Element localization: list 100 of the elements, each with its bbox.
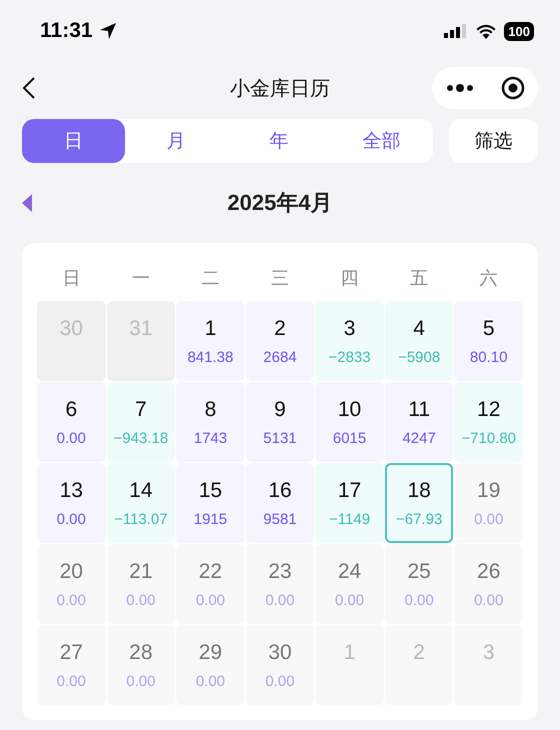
day-cell[interactable]: 18 −67.93: [384, 463, 454, 543]
day-amount: 0.00: [56, 673, 86, 690]
period-tab[interactable]: 月: [124, 119, 228, 163]
day-number: 8: [204, 398, 216, 422]
day-amount: 6015: [332, 430, 366, 447]
day-cell[interactable]: 22 0.00: [176, 544, 245, 624]
page-title: 小金库日历: [230, 76, 330, 102]
day-cell[interactable]: 27 0.00: [37, 625, 106, 705]
day-number: 20: [60, 560, 83, 584]
day-cell[interactable]: 14 −113.07: [106, 463, 176, 543]
day-cell[interactable]: 4 −5908: [384, 301, 454, 381]
day-amount: 1915: [194, 511, 228, 528]
day-amount: −1149: [329, 511, 370, 528]
period-tab[interactable]: 日: [22, 119, 125, 163]
day-amount: 0.00: [126, 673, 156, 690]
day-amount: 5131: [263, 430, 297, 447]
weekday-label: 四: [339, 267, 360, 290]
day-amount: 0.00: [56, 511, 86, 528]
period-tab[interactable]: 年: [228, 119, 330, 163]
day-amount: 841.38: [187, 349, 234, 366]
day-cell[interactable]: 13 0.00: [37, 463, 106, 543]
day-number: 5: [482, 317, 495, 341]
day-cell[interactable]: 5 80.10: [454, 301, 523, 381]
weekday-label: 六: [478, 267, 498, 290]
more-icon[interactable]: [446, 83, 474, 93]
day-number: 12: [477, 398, 500, 422]
day-number: 6: [65, 398, 78, 422]
day-cell[interactable]: 19 0.00: [454, 463, 523, 543]
day-number: 30: [268, 641, 292, 665]
day-number: 23: [268, 560, 292, 584]
day-number: 3: [344, 317, 356, 341]
day-cell[interactable]: 21 0.00: [106, 544, 176, 624]
day-number: 1: [204, 317, 216, 341]
close-icon[interactable]: [500, 76, 524, 100]
weekday-label: 五: [408, 267, 429, 290]
day-cell[interactable]: 6 0.00: [37, 382, 106, 462]
day-number: 28: [129, 641, 153, 665]
day-cell[interactable]: 7 −943.18: [106, 382, 176, 462]
day-cell[interactable]: 25 0.00: [384, 544, 454, 624]
day-number: 2: [413, 641, 425, 665]
status-time: 11:31: [40, 19, 93, 43]
day-cell[interactable]: 2 2684: [246, 301, 314, 381]
month-title: 2025年4月: [227, 189, 333, 217]
day-number: 2: [274, 317, 286, 341]
day-cell[interactable]: 3 −2833: [315, 301, 384, 381]
day-number: 10: [338, 398, 362, 422]
day-number: 29: [198, 641, 222, 665]
day-number: 15: [198, 479, 222, 503]
day-cell[interactable]: 26 0.00: [454, 544, 523, 624]
day-number: 3: [482, 641, 495, 665]
day-cell[interactable]: 8 1743: [176, 382, 245, 462]
day-amount: 0.00: [126, 592, 156, 609]
day-number: 27: [60, 641, 83, 665]
day-number: 26: [477, 560, 500, 584]
day-cell[interactable]: 9 5131: [246, 382, 314, 462]
day-cell[interactable]: 23 0.00: [246, 544, 314, 624]
day-cell[interactable]: 12 −710.80: [454, 382, 523, 462]
day-amount: 0.00: [196, 673, 226, 690]
day-amount: 4247: [402, 430, 436, 447]
day-cell[interactable]: 30 0.00: [246, 625, 314, 705]
day-cell[interactable]: 16 9581: [246, 463, 314, 543]
day-cell[interactable]: 1 841.38: [176, 301, 245, 381]
day-cell[interactable]: 11 4247: [384, 382, 454, 462]
signal-icon: [444, 23, 468, 39]
day-number: 13: [60, 479, 83, 503]
day-amount: 0.00: [265, 673, 295, 690]
day-amount: −67.93: [396, 511, 442, 528]
day-number: 21: [129, 560, 153, 584]
back-icon[interactable]: [22, 76, 36, 100]
day-cell[interactable]: 24 0.00: [315, 544, 384, 624]
day-cell[interactable]: 17 −1149: [315, 463, 384, 543]
day-cell[interactable]: 20 0.00: [37, 544, 106, 624]
day-cell[interactable]: 29 0.00: [176, 625, 245, 705]
day-amount: −710.80: [461, 430, 516, 447]
day-number: 19: [477, 479, 500, 503]
day-number: 14: [129, 479, 153, 503]
day-number: 4: [413, 317, 425, 341]
period-tab[interactable]: 全部: [330, 119, 433, 163]
previous-month-icon[interactable]: [22, 194, 32, 212]
day-amount: 0.00: [265, 592, 295, 609]
day-number: 18: [407, 479, 431, 503]
day-amount: 0.00: [334, 592, 364, 609]
day-cell[interactable]: 10 6015: [315, 382, 384, 462]
day-number: 17: [338, 479, 362, 503]
day-number: 9: [274, 398, 286, 422]
day-amount: −943.18: [114, 430, 168, 447]
day-amount: 0.00: [56, 430, 86, 447]
day-amount: 0.00: [404, 592, 434, 609]
day-number: 16: [268, 479, 292, 503]
day-amount: 80.10: [470, 349, 508, 366]
filter-button[interactable]: 筛选: [449, 119, 538, 163]
day-cell[interactable]: 15 1915: [176, 463, 245, 543]
day-number: 24: [338, 560, 362, 584]
day-number: 22: [198, 560, 222, 584]
weekday-label: 三: [270, 267, 290, 290]
day-amount: 1743: [194, 430, 228, 447]
weekday-label: 一: [131, 267, 152, 290]
battery-indicator: 100: [504, 22, 534, 40]
day-cell[interactable]: 28 0.00: [106, 625, 176, 705]
weekday-label: 二: [200, 267, 221, 290]
